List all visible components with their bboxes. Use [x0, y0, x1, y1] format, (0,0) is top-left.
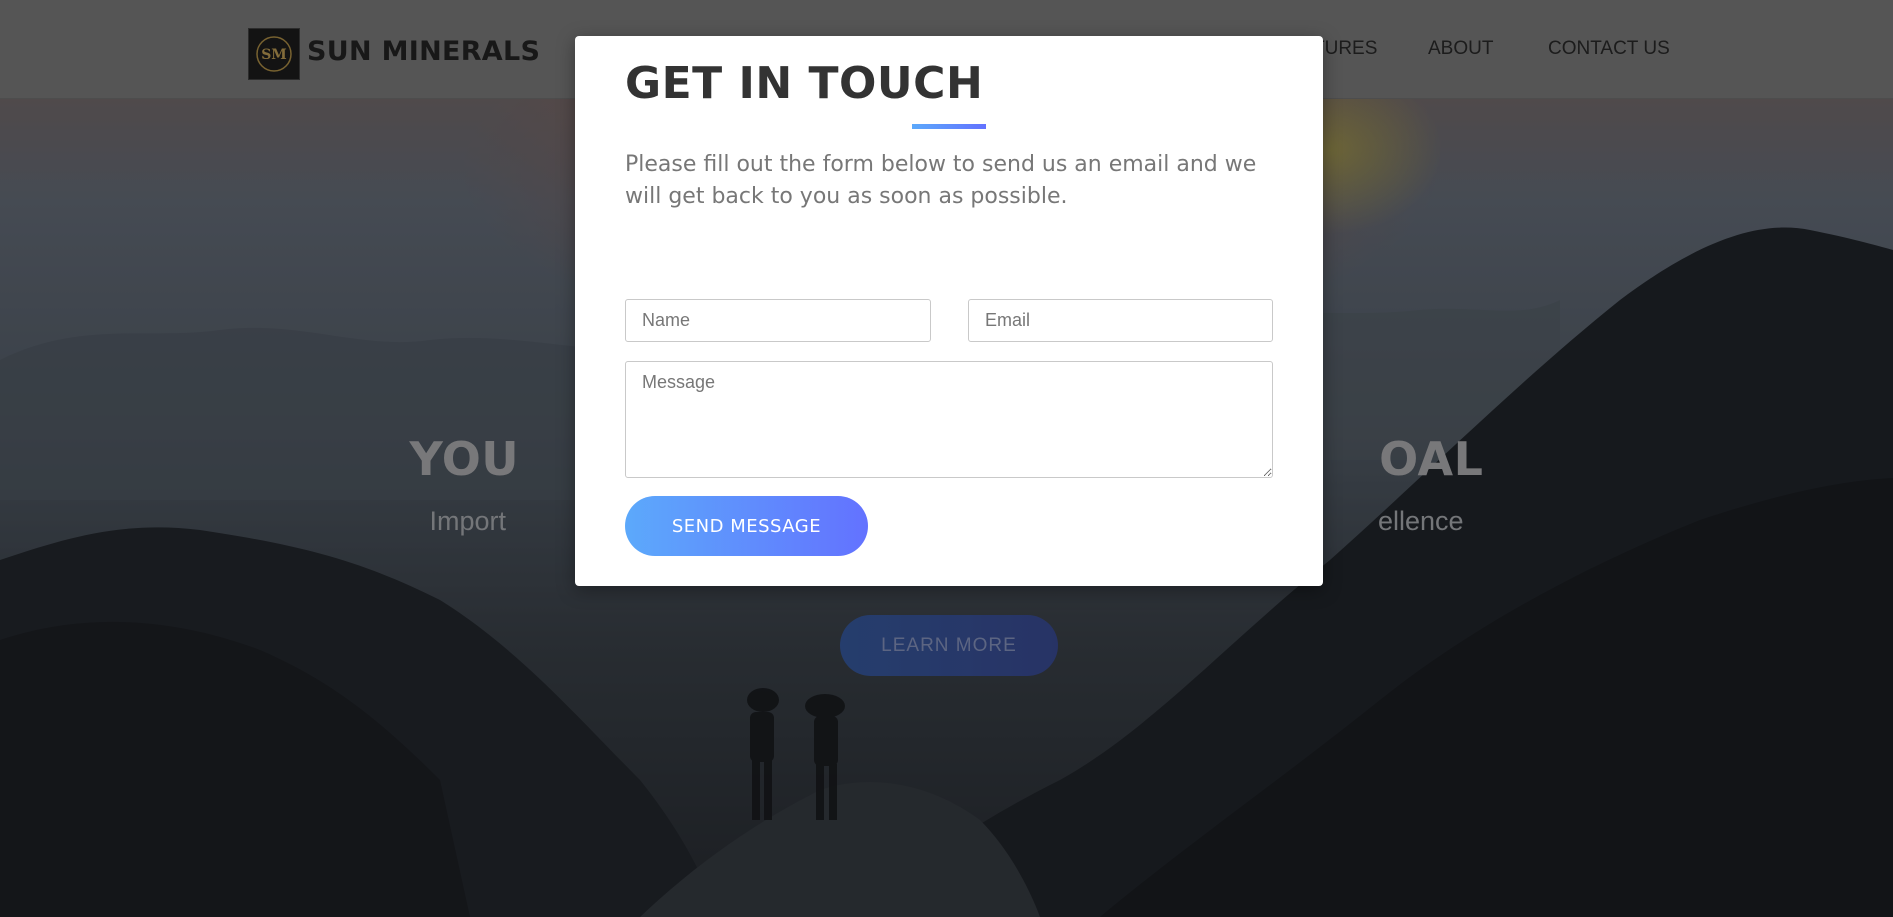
- title-underline: [912, 124, 986, 129]
- modal-title: GET IN TOUCH: [625, 58, 984, 109]
- contact-modal: GET IN TOUCH Please fill out the form be…: [575, 36, 1323, 586]
- modal-description: Please fill out the form below to send u…: [625, 152, 1257, 209]
- email-input[interactable]: [968, 299, 1273, 342]
- name-input[interactable]: [625, 299, 931, 342]
- message-textarea[interactable]: [625, 361, 1273, 478]
- send-message-button[interactable]: SEND MESSAGE: [625, 496, 868, 556]
